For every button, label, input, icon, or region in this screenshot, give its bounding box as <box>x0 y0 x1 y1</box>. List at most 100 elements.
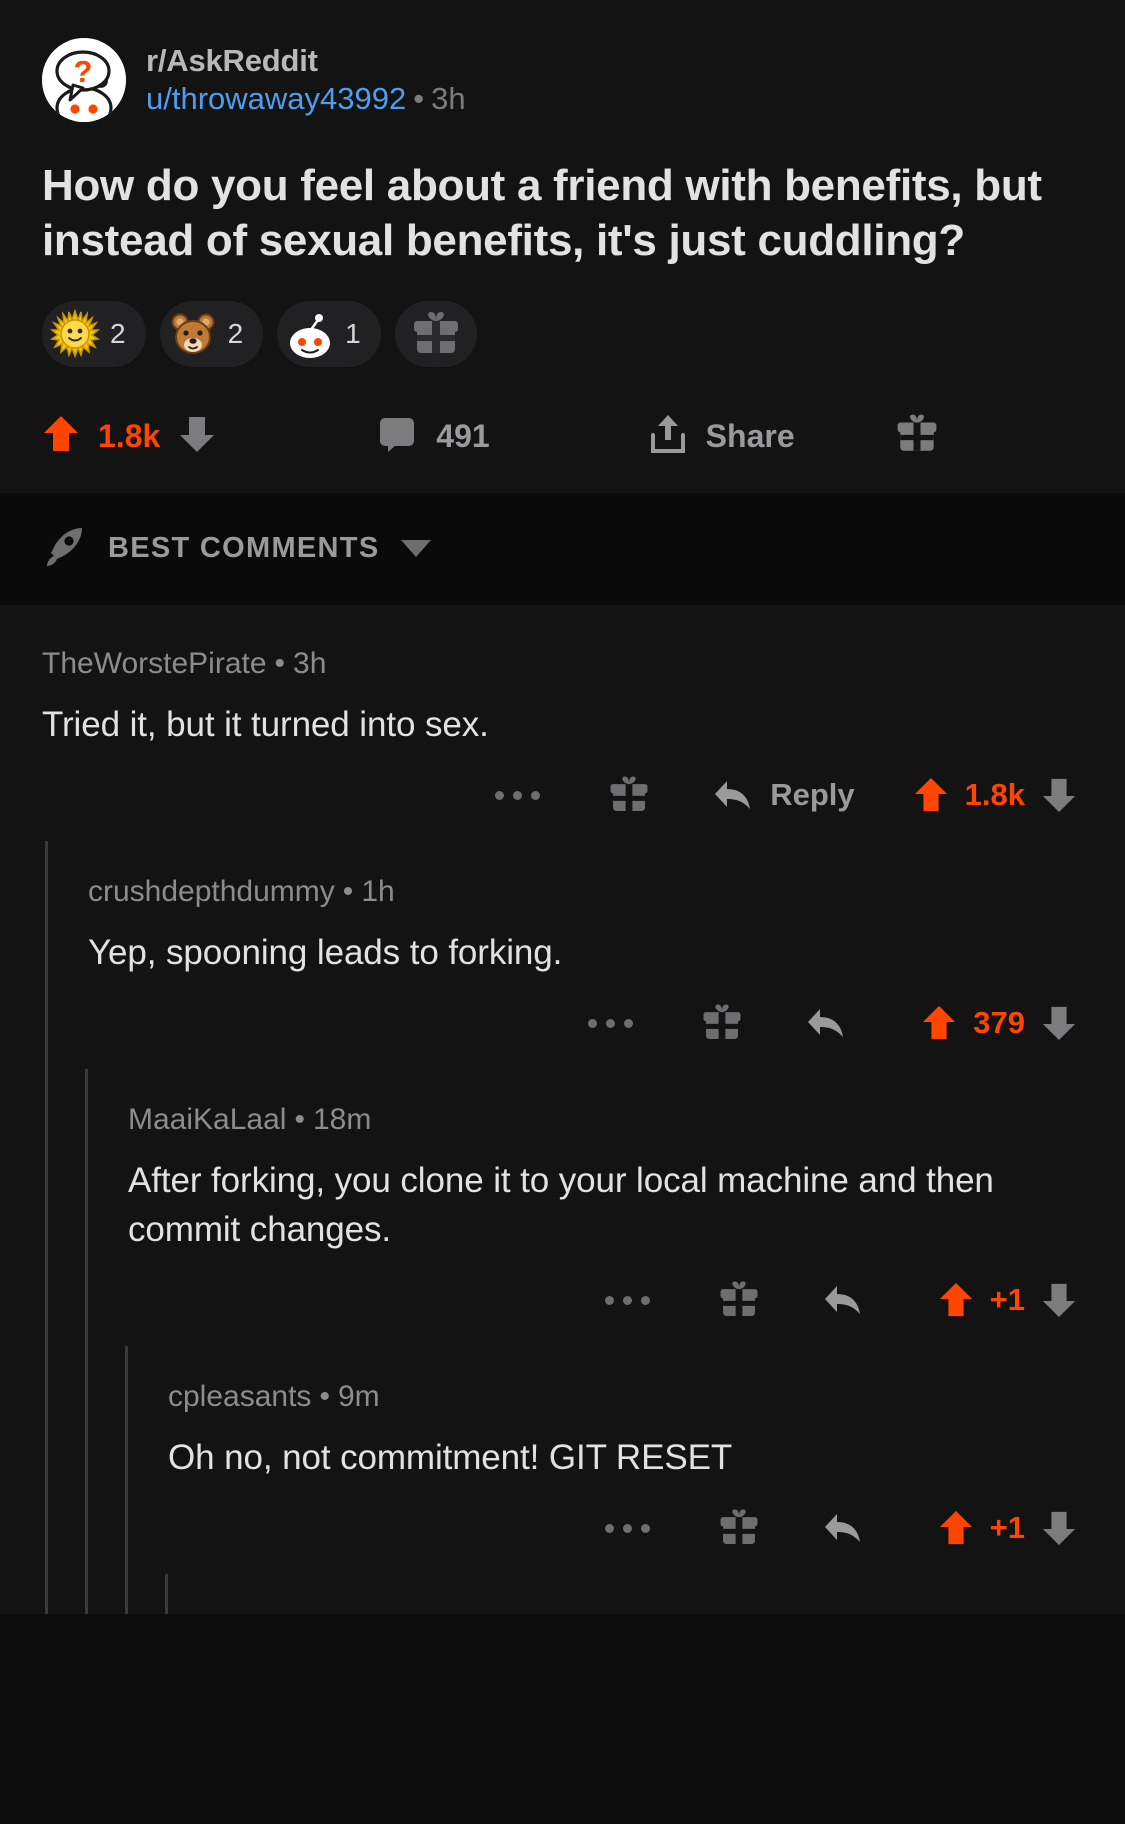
give-award-button[interactable] <box>394 300 477 367</box>
comment-vote-group: 379 <box>921 1004 1077 1042</box>
page-title: How do you feel about a friend with bene… <box>42 161 1042 266</box>
share-arrow-icon <box>648 413 688 460</box>
comment-thread-level-3: cpleasants • 9m Oh no, not commitment! GIT… <box>0 1346 1125 1575</box>
subreddit-name[interactable]: r/AskReddit <box>146 43 466 79</box>
meta-separator: • <box>413 81 425 116</box>
comment-meta: cpleasants • 9m <box>168 1346 1095 1414</box>
thread-line <box>85 1574 88 1615</box>
comment-action-bar: 379 <box>88 977 1095 1069</box>
gift-icon[interactable] <box>608 774 650 816</box>
comment-author[interactable]: cpleasants <box>168 1380 311 1413</box>
post-header-text: r/AskReddit u/throwaway43992 • 3h <box>146 43 466 117</box>
reply-button[interactable]: Reply <box>712 777 855 813</box>
comment-author[interactable]: crushdepthdummy <box>88 875 335 908</box>
overflow-dots-icon[interactable] <box>604 1295 650 1305</box>
awards-row: 2 2 1 <box>42 300 1083 367</box>
downvote-arrow-icon <box>1042 1283 1076 1318</box>
askreddit-snoo-avatar[interactable]: ? <box>42 38 126 122</box>
reply-button[interactable] <box>805 1005 863 1041</box>
meta-separator: • <box>319 1380 330 1414</box>
upvote-arrow-icon[interactable] <box>42 414 80 459</box>
comment-author[interactable]: MaaiKaLaal <box>128 1103 286 1136</box>
gift-icon[interactable] <box>718 1279 760 1321</box>
thread-line <box>45 841 48 1070</box>
comment-age: 18m <box>312 1103 372 1137</box>
thread-line <box>165 1574 168 1615</box>
award-count: 2 <box>110 317 126 349</box>
comment-body: Yep, spooning leads to forking. <box>88 933 563 973</box>
reply-arrow-icon <box>824 1286 860 1315</box>
sort-label: BEST COMMENTS <box>108 532 380 565</box>
post-comment-count: 491 <box>436 418 490 455</box>
rocket-icon <box>42 524 86 573</box>
upvote-arrow-icon <box>939 1283 972 1317</box>
post-author-line: u/throwaway43992 • 3h <box>146 81 466 117</box>
post-age: 3h <box>431 81 466 116</box>
post-header: ? r/AskReddit u/throwaway43992 • 3h <box>42 28 1083 132</box>
comment-thread-level-1: crushdepthdummy • 1h Yep, spooning leads t… <box>0 841 1125 1070</box>
post-gift-button[interactable] <box>895 412 939 461</box>
award-count: 2 <box>227 317 244 349</box>
comment-action-bar: Reply 1.8k <box>42 749 1095 841</box>
overflow-dots-icon[interactable] <box>495 790 541 800</box>
comment-body: After forking, you clone it to your loca… <box>128 1161 994 1249</box>
gold-starburst-face-award-icon <box>50 308 100 359</box>
overflow-dots-icon[interactable] <box>604 1523 650 1533</box>
comment-thread-root: TheWorstePirate • 3h Tried it, but it turn… <box>0 613 1125 841</box>
upvote-arrow-icon <box>914 778 947 812</box>
comment-author[interactable]: TheWorstePirate <box>42 647 267 680</box>
post-vote-group: 1.8k <box>42 414 216 459</box>
gift-icon[interactable] <box>718 1507 760 1549</box>
reply-arrow-icon <box>808 1009 844 1038</box>
post-share-button[interactable]: Share <box>648 413 795 460</box>
comment-item: TheWorstePirate • 3h Tried it, but it turn… <box>42 613 1125 841</box>
reply-arrow-icon <box>715 781 751 810</box>
gift-icon <box>895 412 939 461</box>
comment-age: 9m <box>337 1380 380 1414</box>
gift-icon[interactable] <box>701 1002 743 1044</box>
thread-line <box>45 1346 48 1575</box>
reply-arrow-icon <box>824 1514 860 1543</box>
reply-button[interactable] <box>822 1282 880 1318</box>
comment-meta: crushdepthdummy • 1h <box>88 841 1095 909</box>
downvote-arrow-icon[interactable] <box>178 414 216 459</box>
award-badge[interactable]: 1 <box>277 300 381 367</box>
reddit-post-screen: ? r/AskReddit u/throwaway43992 • 3h How do… <box>0 0 1125 1824</box>
post-action-bar: 1.8k 491 Share <box>42 381 1083 493</box>
give-award-gift-icon <box>411 309 461 359</box>
comment-score: 1.8k <box>964 777 1025 813</box>
comment-thread-continuation <box>0 1574 1125 1615</box>
post-comments-button[interactable]: 491 <box>378 415 490 458</box>
thread-line <box>85 1069 88 1347</box>
post-score: 1.8k <box>98 418 161 455</box>
comment-body: Oh no, not commitment! GIT RESET <box>168 1438 733 1478</box>
award-badge[interactable]: 2 <box>159 300 264 367</box>
award-count: 1 <box>345 317 361 349</box>
comment-age: 1h <box>361 875 395 909</box>
snoo-award-icon <box>285 309 335 359</box>
comment-item: crushdepthdummy • 1h Yep, spooning leads t… <box>88 841 1125 1069</box>
comment-action-bar: +1 <box>128 1254 1095 1346</box>
meta-separator: • <box>342 875 354 909</box>
upvote-arrow-icon <box>939 1511 972 1545</box>
comment-score: +1 <box>989 1282 1025 1318</box>
comment-vote-group: +1 <box>938 1509 1077 1547</box>
bear-award-icon <box>168 309 218 359</box>
svg-text:?: ? <box>74 54 93 89</box>
comment-body: Tried it, but it turned into sex. <box>42 704 489 744</box>
reply-label: Reply <box>770 777 855 813</box>
comments-list: TheWorstePirate • 3h Tried it, but it turn… <box>0 604 1125 1615</box>
comment-age: 3h <box>293 646 327 680</box>
reply-button[interactable] <box>822 1510 880 1546</box>
comments-sort-bar[interactable]: BEST COMMENTS <box>0 492 1125 605</box>
downvote-arrow-icon <box>1042 1512 1076 1546</box>
award-badge[interactable]: 2 <box>42 300 146 367</box>
meta-separator: • <box>294 1103 305 1137</box>
comment-meta: MaaiKaLaal • 18m <box>128 1069 1095 1137</box>
comment-bubble-icon <box>378 415 416 458</box>
post-author[interactable]: u/throwaway43992 <box>146 81 406 116</box>
chevron-down-icon[interactable] <box>401 540 432 558</box>
comment-action-bar: +1 <box>168 1482 1095 1574</box>
overflow-dots-icon[interactable] <box>588 1018 634 1028</box>
downvote-arrow-icon <box>1042 1007 1076 1041</box>
